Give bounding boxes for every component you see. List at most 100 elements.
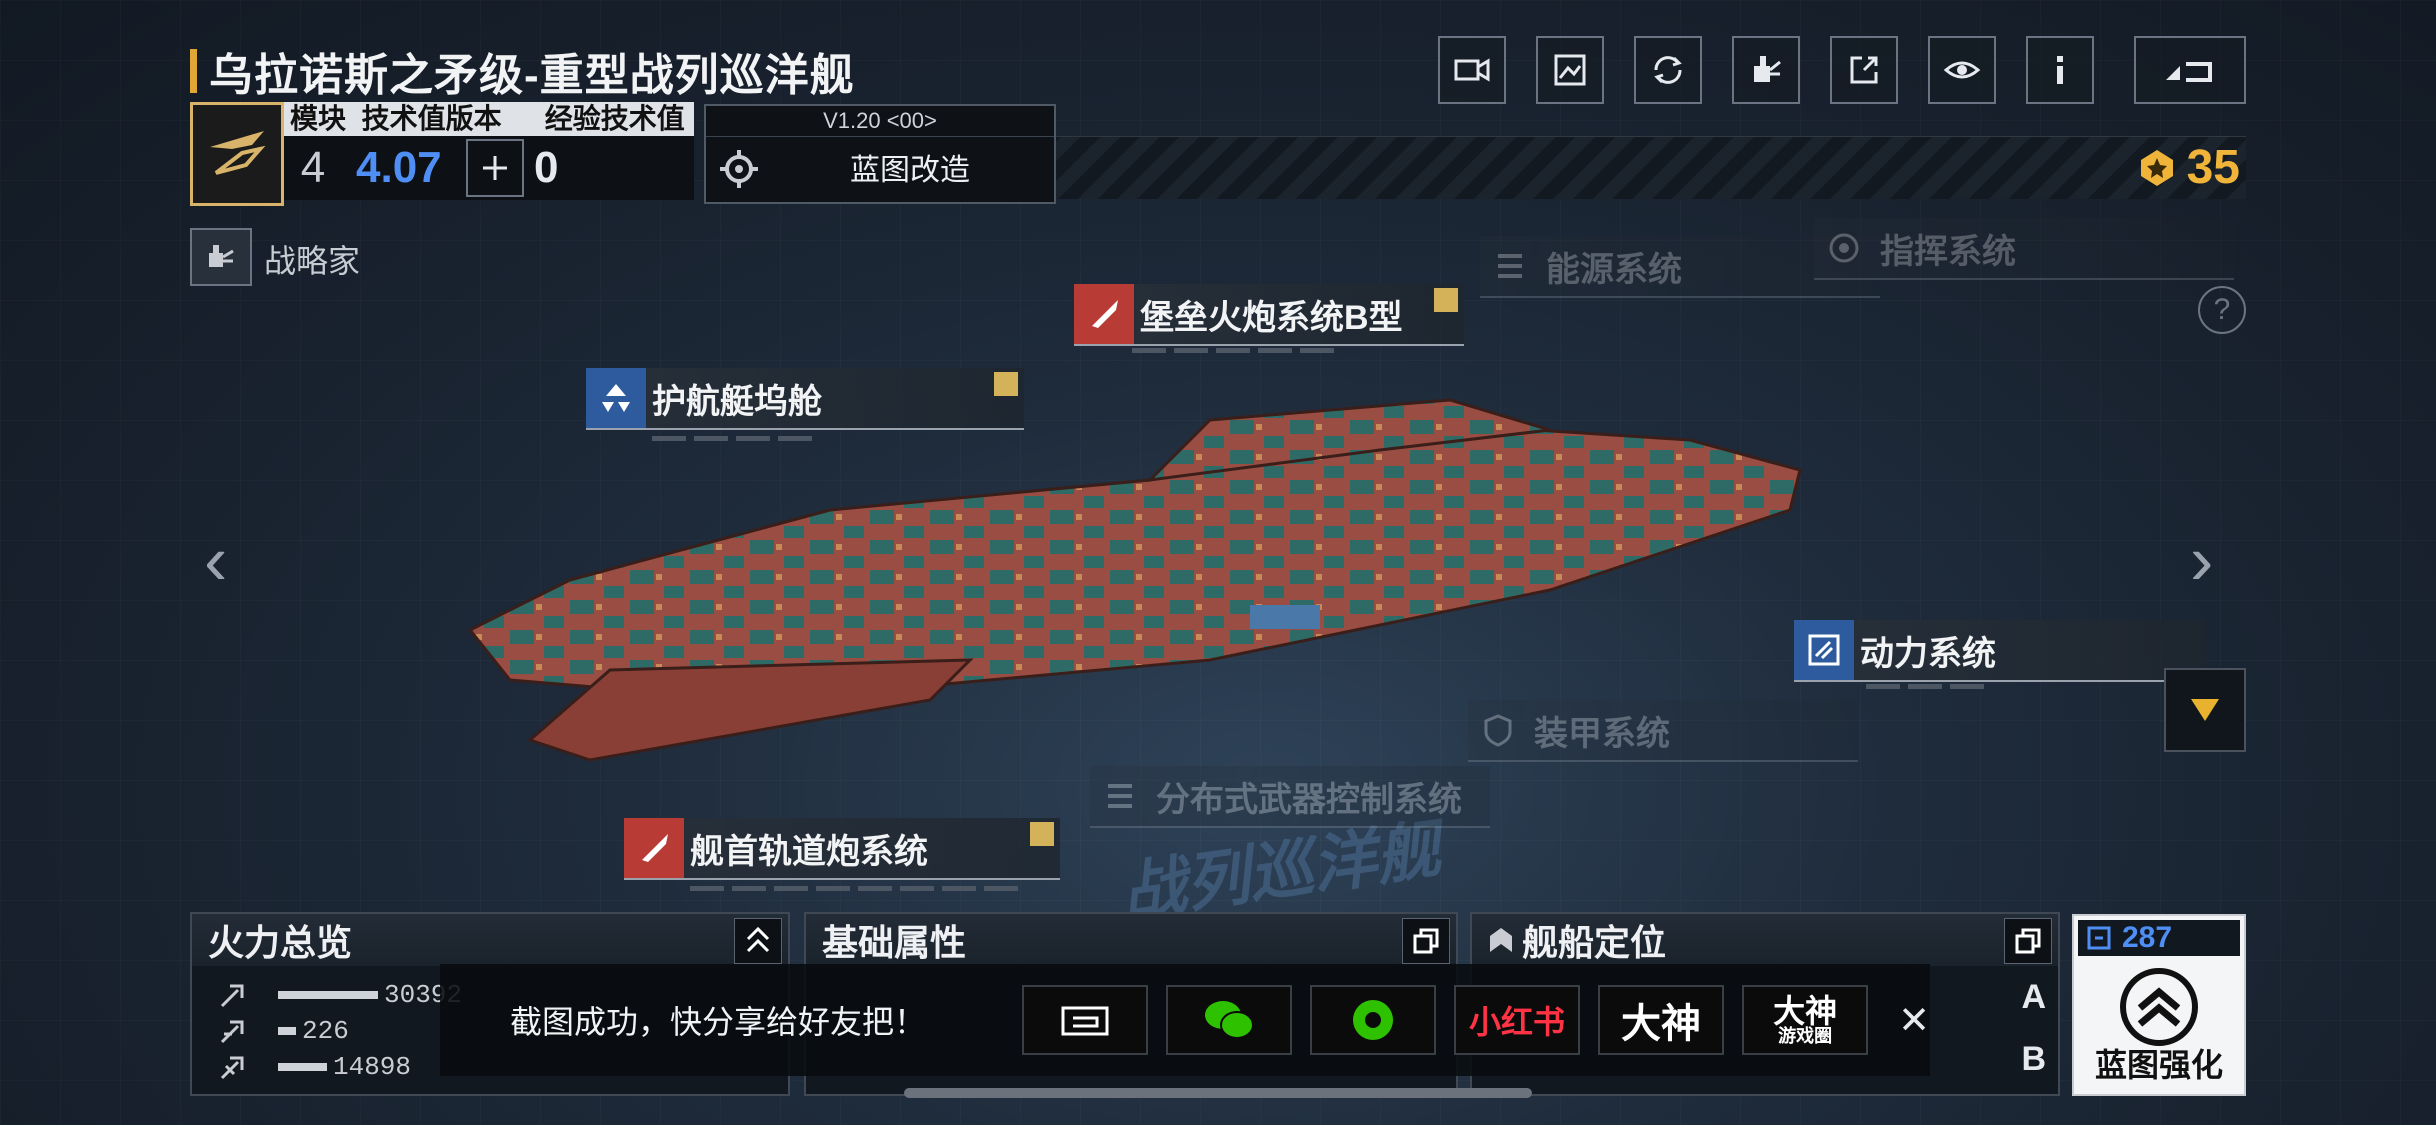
next-ship-arrow[interactable]: › <box>2190 520 2213 600</box>
header-stripe-bar <box>1056 136 2246 199</box>
firepower-row: 226 <box>218 1016 349 1046</box>
strategist-icon <box>209 245 234 267</box>
firepower-toggle-button[interactable] <box>734 918 782 964</box>
dashen-circle-top: 大神 <box>1773 993 1838 1029</box>
help-button[interactable]: ? <box>2198 286 2246 334</box>
currency-display: 35 <box>2137 140 2240 195</box>
blueprint-modify-button[interactable]: V1.20 <00> 蓝图改造 <box>704 104 1056 204</box>
video-button[interactable] <box>1438 36 1506 104</box>
share-screenshot-button[interactable] <box>1021 985 1148 1055</box>
anti-ship-icon <box>220 984 244 1008</box>
enhance-resource: 287 <box>2078 920 2240 956</box>
exp-tech-button[interactable] <box>466 139 524 197</box>
ship-title-bar: 乌拉诺斯之矛级-重型战列巡洋舰 <box>190 44 855 100</box>
module-level-dashes <box>1866 684 1984 690</box>
xiaohongshu-label: 小红书 <box>1469 1004 1566 1040</box>
currency-value: 35 <box>2186 141 2240 194</box>
wechat-icon <box>1204 1001 1254 1039</box>
share-dashen-circle-button[interactable]: 大神 游戏圈 <box>1742 985 1869 1055</box>
expand-modules-button[interactable] <box>2164 668 2246 752</box>
crane-button[interactable] <box>1732 36 1800 104</box>
firepower-bar <box>278 1063 327 1071</box>
gallery-icon <box>1554 54 1586 86</box>
firepower-bar <box>278 991 378 999</box>
blueprint-chip-icon <box>2087 926 2111 950</box>
module-armor-system[interactable]: 装甲系统 <box>1468 700 1858 762</box>
radar-icon <box>1814 218 1874 278</box>
module-command-system[interactable]: 指挥系统 <box>1814 218 2234 280</box>
window-icon <box>1413 928 1439 954</box>
firepower-value: 226 <box>302 1016 349 1046</box>
module-label: 分布式武器控制系统 <box>1156 780 1462 819</box>
module-label: 护航艇坞舱 <box>652 382 822 421</box>
share-toast: 截图成功，快分享给好友把！ 小红书 大神 大神 游戏圈 ✕ <box>440 964 1930 1076</box>
badge-icon <box>2140 149 2173 186</box>
anti-air-icon <box>220 1020 244 1044</box>
close-icon[interactable]: ✕ <box>1898 998 1930 1043</box>
rotate-button[interactable] <box>1634 36 1702 104</box>
firepower-bar <box>278 1027 296 1035</box>
upgrade-icon <box>1434 288 1458 312</box>
rotate-icon <box>1654 56 1682 84</box>
module-count: 4 <box>300 143 326 192</box>
toast-message: 截图成功，快分享给好友把！ <box>510 1004 927 1040</box>
module-label: 动力系统 <box>1860 634 1996 673</box>
blueprint-version: V1.20 <00> <box>706 106 1054 137</box>
rank-icon <box>1490 928 1512 952</box>
question-icon: ? <box>2213 293 2231 326</box>
info-button[interactable] <box>2026 36 2094 104</box>
firepower-title: 火力总览 <box>192 914 788 966</box>
module-distributed-control[interactable]: 分布式武器控制系统 <box>1090 766 1490 828</box>
shield-icon <box>1468 700 1528 760</box>
prev-ship-arrow[interactable]: ‹ <box>204 520 227 600</box>
share-moments-button[interactable] <box>1309 985 1436 1055</box>
base-attributes-popup-button[interactable] <box>1402 918 1450 964</box>
share-dashen-button[interactable]: 大神 <box>1598 985 1725 1055</box>
tech-info-table: 模块 技术值版本 经验技术值 4 4.07 0 <box>284 102 694 200</box>
info-icon <box>2057 56 2063 84</box>
view-button[interactable] <box>1928 36 1996 104</box>
module-fortress-gun[interactable]: 堡垒火炮系统B型 <box>1074 284 1464 346</box>
ship-class-icon <box>190 102 284 206</box>
module-escort-hangar[interactable]: 护航艇坞舱 <box>586 368 1024 430</box>
hangar-icon <box>586 368 646 428</box>
ship-class-emblem-icon <box>210 131 266 175</box>
module-label: 舰首轨道炮系统 <box>690 832 928 871</box>
tech-info-values: 4 4.07 0 <box>284 136 694 200</box>
exp-tech-value: 0 <box>534 143 559 192</box>
crane-icon <box>1754 56 1781 82</box>
list-icon <box>1480 236 1540 296</box>
module-label: 装甲系统 <box>1534 714 1670 753</box>
share-wechat-button[interactable] <box>1165 985 1292 1055</box>
missile-icon <box>624 818 684 878</box>
back-icon <box>2166 62 2212 82</box>
dashen-label: 大神 <box>1621 1002 1702 1046</box>
moments-icon <box>1352 1000 1393 1040</box>
module-level-dashes <box>652 436 812 442</box>
crosshair-icon <box>483 156 507 180</box>
missile-icon <box>1074 284 1134 344</box>
back-button[interactable] <box>2134 36 2246 104</box>
module-bow-railgun[interactable]: 舰首轨道炮系统 <box>624 818 1060 880</box>
share-xiaohongshu-button[interactable]: 小红书 <box>1453 985 1581 1055</box>
module-col-label: 模块 <box>290 103 347 134</box>
share-out-button[interactable] <box>1830 36 1898 104</box>
share-out-icon <box>1850 56 1878 84</box>
home-indicator[interactable] <box>904 1088 1532 1098</box>
module-label: 能源系统 <box>1546 250 1682 289</box>
module-level-dashes <box>690 886 1018 892</box>
module-label: 指挥系统 <box>1880 232 2016 271</box>
positioning-title: 舰船定位 <box>1472 914 2058 966</box>
blueprint-enhance-button[interactable]: 287 蓝图强化 <box>2072 914 2246 1096</box>
siege-icon <box>220 1056 244 1080</box>
upgrade-icon <box>994 372 1018 396</box>
positioning-popup-button[interactable] <box>2004 918 2052 964</box>
gallery-button[interactable] <box>1536 36 1604 104</box>
title-accent <box>190 49 197 93</box>
gear-wrench-icon <box>720 150 758 188</box>
list-icon <box>1090 766 1150 826</box>
role-button[interactable] <box>190 228 252 286</box>
module-power-system[interactable]: 动力系统 <box>1794 620 2206 682</box>
page-title: 乌拉诺斯之矛级-重型战列巡洋舰 <box>209 51 855 100</box>
blueprint-label: 蓝图改造 <box>850 154 970 187</box>
